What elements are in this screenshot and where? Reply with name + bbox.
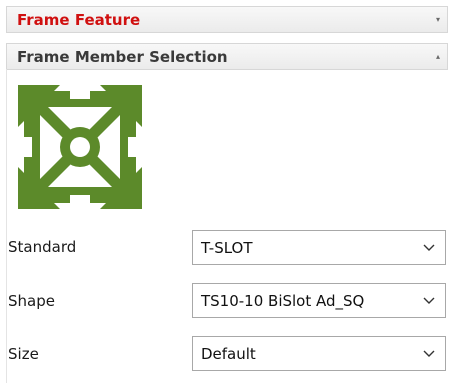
shape-label: Shape	[8, 292, 55, 310]
frame-member-selection-header[interactable]: Frame Member Selection ▴	[6, 43, 448, 70]
chevron-down-icon	[423, 244, 435, 251]
standard-label: Standard	[8, 238, 77, 256]
frame-feature-header[interactable]: Frame Feature ▾	[6, 6, 448, 33]
size-label: Size	[8, 345, 39, 363]
chevron-down-icon	[423, 350, 435, 357]
standard-select[interactable]: T-SLOT	[192, 230, 446, 265]
frame-member-selection-title: Frame Member Selection	[17, 47, 228, 66]
size-select[interactable]: Default	[192, 336, 446, 371]
collapse-caret-icon[interactable]: ▾	[436, 15, 440, 24]
chevron-down-icon	[423, 297, 435, 304]
standard-value: T-SLOT	[201, 238, 253, 257]
size-value: Default	[201, 344, 256, 363]
frame-feature-title: Frame Feature	[17, 10, 141, 29]
frame-member-icon	[18, 85, 142, 209]
shape-select[interactable]: TS10-10 BiSlot Ad_SQ	[192, 283, 446, 318]
shape-value: TS10-10 BiSlot Ad_SQ	[201, 291, 365, 310]
expand-caret-icon[interactable]: ▴	[436, 52, 440, 61]
